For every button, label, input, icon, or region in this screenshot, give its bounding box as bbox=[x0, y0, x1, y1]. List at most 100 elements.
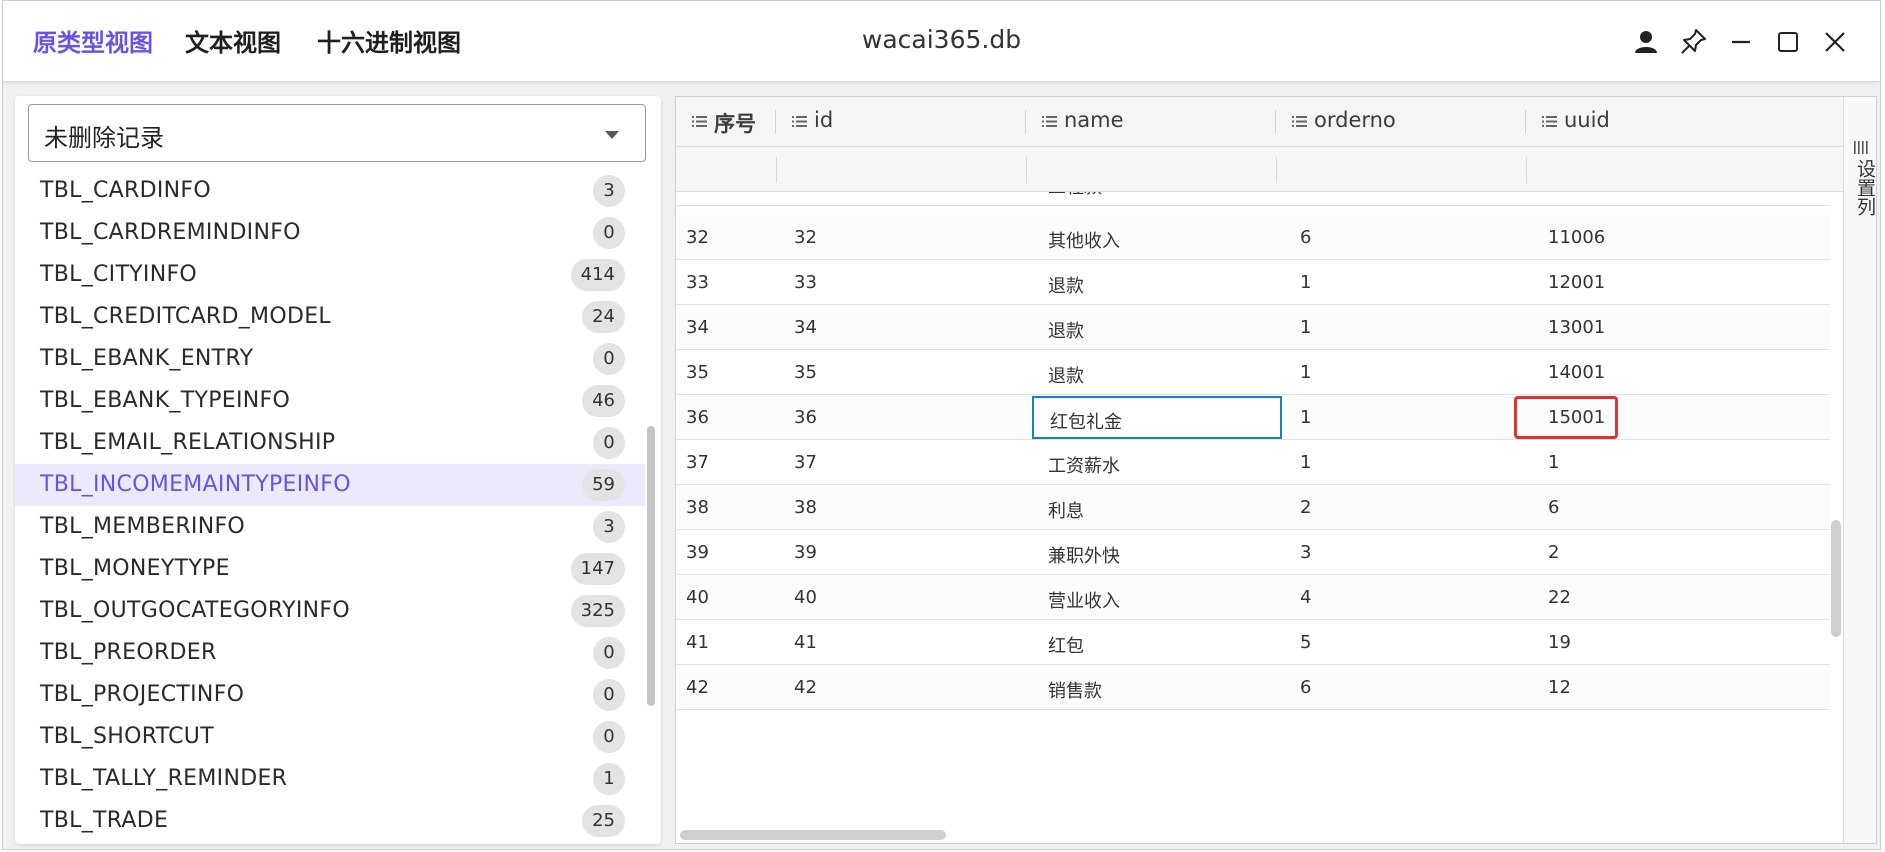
cell-uuid: 19 bbox=[1548, 632, 1571, 653]
table-row[interactable]: 31 31 工程款 5 11005 bbox=[676, 192, 1830, 206]
column-header-id[interactable]: id bbox=[776, 97, 1026, 147]
column-menu-icon[interactable] bbox=[1542, 115, 1557, 128]
cell-uuid: 11006 bbox=[1548, 227, 1606, 248]
cell-uuid: 13001 bbox=[1548, 317, 1606, 338]
cell-id: 31 bbox=[794, 192, 817, 194]
table-name: TBL_MEMBERINFO bbox=[40, 514, 246, 539]
table-list-item[interactable]: TBL_TALLY_REMINDER 1 bbox=[15, 758, 645, 800]
table-list-item[interactable]: TBL_EMAIL_RELATIONSHIP 0 bbox=[15, 422, 645, 464]
table-name: TBL_TALLY_REMINDER bbox=[40, 766, 288, 791]
column-header-序号[interactable]: 序号 bbox=[676, 97, 776, 147]
grid-vertical-scrollbar[interactable] bbox=[1831, 520, 1841, 637]
cell-id: 34 bbox=[794, 317, 817, 338]
column-header-label: name bbox=[1064, 108, 1124, 132]
table-name: TBL_SHORTCUT bbox=[40, 724, 214, 749]
table-list-item[interactable]: TBL_PREORDER 0 bbox=[15, 632, 645, 674]
table-name: TBL_TRADE bbox=[40, 808, 169, 833]
cell-orderno: 5 bbox=[1300, 632, 1312, 653]
user-icon[interactable] bbox=[1629, 25, 1663, 59]
cell-orderno: 3 bbox=[1300, 542, 1312, 563]
table-row[interactable]: 42 42 销售款 6 12 bbox=[676, 665, 1830, 710]
close-icon[interactable] bbox=[1818, 25, 1852, 59]
cell-name: 红包 bbox=[1048, 636, 1084, 657]
cell-id: 40 bbox=[794, 587, 817, 608]
cell-editor[interactable]: 红包礼金 bbox=[1032, 396, 1282, 439]
table-row[interactable]: 34 34 退款 1 13001 bbox=[676, 305, 1830, 350]
grid-body: 3131工程款5110053232其他收入6110063333退款1120013… bbox=[676, 192, 1830, 815]
column-menu-icon[interactable] bbox=[1292, 115, 1307, 128]
tab-raw-type-view[interactable]: 原类型视图 bbox=[33, 23, 153, 58]
tab-hex-view[interactable]: 十六进制视图 bbox=[317, 23, 461, 58]
cell-序号: 36 bbox=[686, 407, 709, 428]
record-count-badge: 3 bbox=[593, 175, 625, 207]
cell-name: 红包礼金 bbox=[1050, 412, 1122, 433]
grid-horizontal-scrollbar[interactable] bbox=[680, 830, 946, 840]
table-list-item[interactable]: TBL_TRADE 25 bbox=[15, 800, 645, 842]
grid-filter-row[interactable] bbox=[676, 147, 1843, 192]
table-list-item[interactable]: TBL_SHORTCUT 0 bbox=[15, 716, 645, 758]
table-list-item[interactable]: TBL_PROJECTINFO 0 bbox=[15, 674, 645, 716]
cell-序号: 35 bbox=[686, 362, 709, 383]
table-list-item[interactable]: TBL_EBANK_TYPEINFO 46 bbox=[15, 380, 645, 422]
cell-序号: 33 bbox=[686, 272, 709, 293]
table-row[interactable]: 38 38 利息 2 6 bbox=[676, 485, 1830, 530]
table-list-scrollbar[interactable] bbox=[647, 426, 655, 706]
record-count-badge: 0 bbox=[593, 343, 625, 375]
cell-序号: 31 bbox=[686, 192, 709, 194]
table-list-item[interactable]: TBL_EBANK_ENTRY 0 bbox=[15, 338, 645, 380]
app-window: 原类型视图 文本视图 十六进制视图 wacai365.db 未删除记录 TBL_… bbox=[2, 0, 1881, 850]
table-row[interactable]: 35 35 退款 1 14001 bbox=[676, 350, 1830, 395]
column-header-name[interactable]: name bbox=[1026, 97, 1276, 147]
minimize-icon[interactable] bbox=[1724, 25, 1758, 59]
table-list-item[interactable]: TBL_CITYINFO 414 bbox=[15, 254, 645, 296]
cell-id: 38 bbox=[794, 497, 817, 518]
table-name: TBL_CARDREMINDINFO bbox=[40, 220, 301, 245]
window-title: wacai365.db bbox=[861, 25, 1022, 54]
table-name: TBL_OUTGOCATEGORYINFO bbox=[40, 598, 350, 623]
cell-name: 工程款 bbox=[1048, 192, 1102, 199]
record-filter-select[interactable]: 未删除记录 bbox=[28, 104, 646, 162]
table-row[interactable]: 33 33 退款 1 12001 bbox=[676, 260, 1830, 305]
table-list-item[interactable]: TBL_INCOMEMAINTYPEINFO 59 bbox=[15, 464, 645, 506]
column-menu-icon[interactable] bbox=[1042, 115, 1057, 128]
cell-uuid: 12001 bbox=[1548, 272, 1606, 293]
cell-id: 37 bbox=[794, 452, 817, 473]
record-count-badge: 414 bbox=[570, 259, 625, 291]
table-list: TBL_CARDINFO 3 TBL_CARDREMINDINFO 0 TBL_CITY… bbox=[15, 170, 645, 842]
table-list-item[interactable]: TBL_MONEYTYPE 147 bbox=[15, 548, 645, 590]
table-list-item[interactable]: TBL_MEMBERINFO 3 bbox=[15, 506, 645, 548]
table-list-item[interactable]: TBL_OUTGOCATEGORYINFO 325 bbox=[15, 590, 645, 632]
cell-uuid: 2 bbox=[1548, 542, 1560, 563]
column-menu-icon[interactable] bbox=[692, 115, 707, 128]
table-row[interactable]: 41 41 红包 5 19 bbox=[676, 620, 1830, 665]
column-settings-label: 设置列 bbox=[1854, 159, 1876, 216]
column-menu-icon[interactable] bbox=[792, 115, 807, 128]
tab-text-view[interactable]: 文本视图 bbox=[185, 23, 281, 58]
table-row[interactable]: 39 39 兼职外快 3 2 bbox=[676, 530, 1830, 575]
table-list-item[interactable]: TBL_CARDREMINDINFO 0 bbox=[15, 212, 645, 254]
table-name: TBL_EMAIL_RELATIONSHIP bbox=[40, 430, 336, 455]
table-list-item[interactable]: TBL_CARDINFO 3 bbox=[15, 170, 645, 212]
table-list-item[interactable]: TBL_CREDITCARD_MODEL 24 bbox=[15, 296, 645, 338]
column-header-orderno[interactable]: orderno bbox=[1276, 97, 1526, 147]
record-count-badge: 46 bbox=[582, 385, 625, 417]
cell-id: 42 bbox=[794, 677, 817, 698]
cell-uuid: 14001 bbox=[1548, 362, 1606, 383]
table-row[interactable]: 37 37 工资薪水 1 1 bbox=[676, 440, 1830, 485]
column-settings-tab[interactable]: 设置列 bbox=[1843, 97, 1876, 843]
table-name: TBL_MONEYTYPE bbox=[40, 556, 230, 581]
record-count-badge: 3 bbox=[593, 511, 625, 543]
pin-icon[interactable] bbox=[1676, 25, 1710, 59]
maximize-icon[interactable] bbox=[1771, 25, 1805, 59]
table-name: TBL_EBANK_TYPEINFO bbox=[40, 388, 291, 413]
column-header-uuid[interactable]: uuid bbox=[1526, 97, 1646, 147]
table-row[interactable]: 32 32 其他收入 6 11006 bbox=[676, 215, 1830, 260]
table-name: TBL_CREDITCARD_MODEL bbox=[40, 304, 331, 329]
cell-orderno: 1 bbox=[1300, 452, 1312, 473]
cell-name: 工资薪水 bbox=[1048, 456, 1120, 477]
table-row[interactable]: 40 40 营业收入 4 22 bbox=[676, 575, 1830, 620]
column-header-label: 序号 bbox=[714, 112, 756, 136]
record-count-badge: 147 bbox=[570, 553, 625, 585]
table-row[interactable]: 36 36 红包礼金 1 15001 bbox=[676, 395, 1830, 440]
cell-id: 41 bbox=[794, 632, 817, 653]
